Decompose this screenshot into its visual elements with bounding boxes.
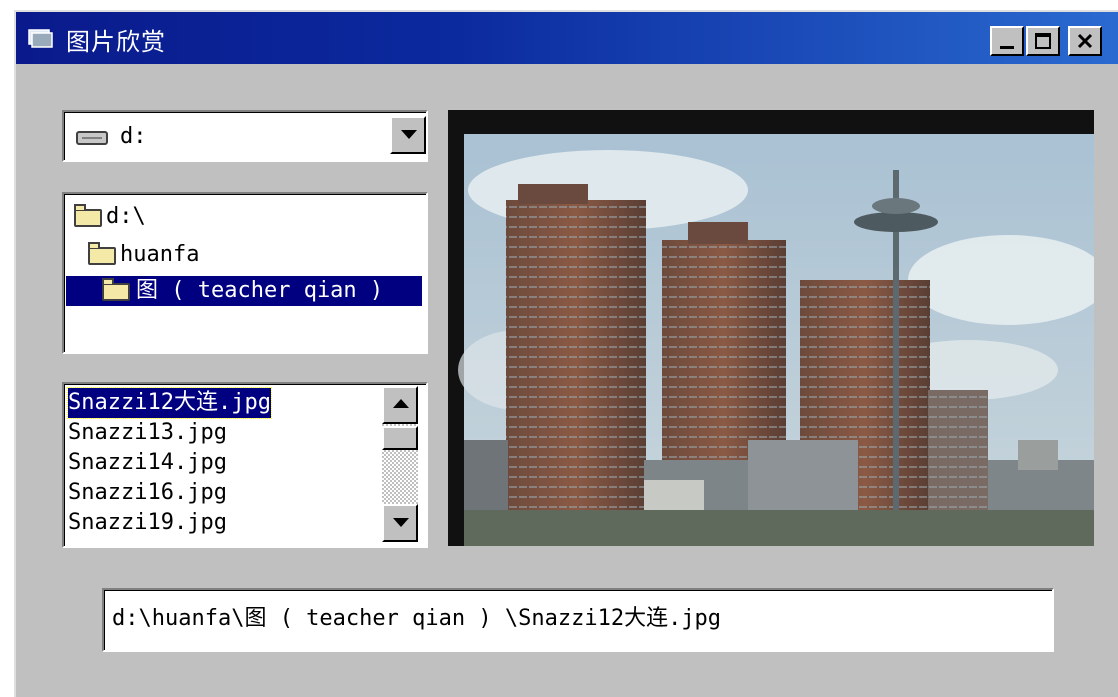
maximize-icon [1035,33,1051,49]
drive-combobox[interactable]: d: [62,110,428,162]
image-viewer-window: 图片欣赏 d: d:\ huanfa 图 (teacher qian) Sn… [14,10,1118,697]
scroll-down-icon [393,518,409,527]
folder-open-icon [74,204,102,227]
city-skyline-photo [448,110,1094,546]
chevron-down-icon [401,130,417,139]
title-bar[interactable]: 图片欣赏 [16,12,1118,64]
minimize-icon [1000,46,1014,49]
minimize-button[interactable] [990,26,1024,56]
dir-item-label: huanfa [120,242,200,267]
file-listbox[interactable]: Snazzi12大连.jpg Snazzi13.jpg Snazzi14.jpg… [62,382,428,548]
scroll-up-button[interactable] [382,386,418,424]
app-icon [28,29,53,48]
dir-item-label: d:\ [106,204,146,229]
file-item-selected[interactable]: Snazzi12大连.jpg [67,387,272,419]
drive-dropdown-button[interactable] [390,116,426,154]
window-title: 图片欣赏 [66,28,166,56]
folder-open-icon [88,242,116,265]
scroll-up-icon [393,399,409,408]
close-icon [1077,33,1093,49]
file-item[interactable]: Snazzi13.jpg [68,418,227,448]
path-value: d:\huanfa\图 ( teacher qian ) \Snazzi12大连… [112,606,722,631]
folder-open-icon [102,278,130,301]
file-item[interactable]: Snazzi14.jpg [68,448,227,478]
scroll-down-button[interactable] [382,504,418,542]
path-textbox[interactable]: d:\huanfa\图 ( teacher qian ) \Snazzi12大连… [102,588,1054,652]
directory-listbox[interactable]: d:\ huanfa 图 ( teacher qian ) [62,192,428,354]
file-item[interactable]: Snazzi16.jpg [68,478,227,508]
dir-item-label: 图 ( teacher qian ) [136,278,384,303]
dir-item-selected[interactable]: 图 ( teacher qian ) [66,276,422,306]
close-button[interactable] [1068,26,1102,56]
drive-value: d: [120,124,147,149]
file-item[interactable]: Snazzi19.jpg [68,508,227,538]
drive-icon [76,131,108,145]
scroll-thumb[interactable] [382,426,418,450]
maximize-button[interactable] [1026,26,1060,56]
picture-box [448,110,1094,546]
